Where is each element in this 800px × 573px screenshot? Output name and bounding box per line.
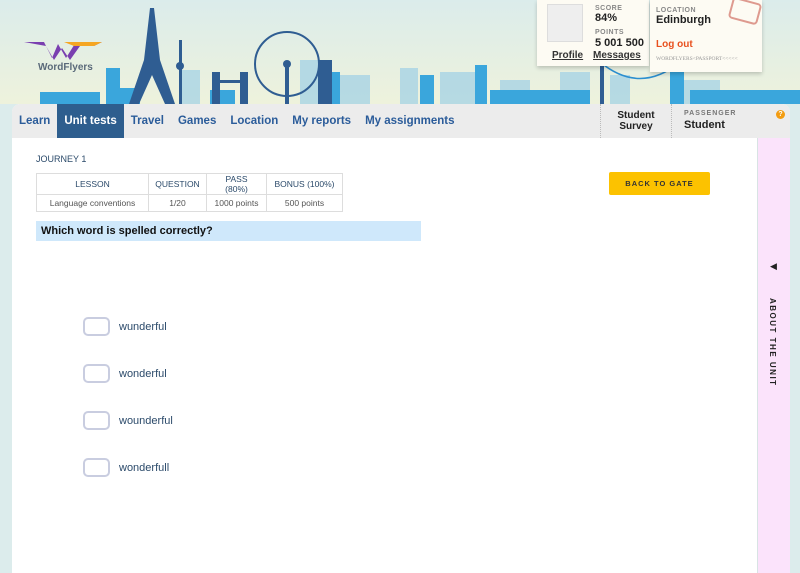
score-label: SCORE — [595, 5, 623, 12]
main-nav: Learn Unit tests Travel Games Location M… — [12, 104, 790, 138]
points-label: POINTS — [595, 29, 625, 36]
table-header: LESSON — [36, 173, 149, 195]
help-icon[interactable]: ? — [776, 110, 785, 119]
wordflyers-logo — [24, 42, 102, 60]
about-the-unit-label[interactable]: ABOUT THE UNIT — [768, 298, 777, 387]
journey-title: JOURNEY 1 — [36, 154, 87, 164]
location-label: LOCATION — [656, 7, 697, 14]
table-header: PASS (80%) — [206, 173, 267, 195]
answer-option[interactable]: wonderfull — [83, 458, 169, 477]
passenger-label: PASSENGER — [684, 110, 737, 117]
answer-option[interactable]: wunderful — [83, 317, 167, 336]
answer-label[interactable]: wunderful — [119, 321, 167, 333]
score-value: 84% — [595, 12, 618, 24]
answer-label[interactable]: wonderfull — [119, 462, 169, 474]
location-value: Edinburgh — [656, 14, 711, 26]
answer-option[interactable]: wounderful — [83, 411, 173, 430]
answer-checkbox[interactable] — [83, 458, 110, 477]
lesson-table: LESSON QUESTION PASS (80%) BONUS (100%) Lan… — [36, 173, 343, 212]
table-header: BONUS (100%) — [266, 173, 343, 195]
passenger-name: Student — [684, 119, 725, 131]
location-card: LOCATION Edinburgh Log out WORDFLYERS<PA… — [650, 0, 763, 72]
question-text: Which word is spelled correctly? — [36, 221, 421, 241]
table-header: QUESTION — [148, 173, 207, 195]
tab-learn[interactable]: Learn — [12, 104, 57, 138]
header-banner: WordFlyers SCORE 84% POINTS 5 001 500 Pr… — [0, 0, 800, 104]
answer-checkbox[interactable] — [83, 317, 110, 336]
tab-my-assignments[interactable]: My assignments — [358, 104, 461, 138]
table-cell: Language conventions — [36, 194, 149, 212]
stamp-icon — [727, 0, 763, 26]
tab-travel[interactable]: Travel — [124, 104, 171, 138]
avatar[interactable] — [547, 4, 583, 42]
messages-link[interactable]: Messages — [593, 50, 641, 61]
answer-label[interactable]: wonderful — [119, 368, 167, 380]
answer-option[interactable]: wonderful — [83, 364, 167, 383]
logo-text: WordFlyers — [38, 62, 93, 73]
expand-arrow-icon[interactable]: ◀ — [770, 261, 777, 272]
answer-label[interactable]: wounderful — [119, 415, 173, 427]
main-panel: Learn Unit tests Travel Games Location M… — [12, 104, 790, 573]
tab-my-reports[interactable]: My reports — [285, 104, 358, 138]
back-to-gate-button[interactable]: BACK TO GATE — [609, 172, 710, 195]
table-cell: 500 points — [266, 194, 343, 212]
answer-checkbox[interactable] — [83, 364, 110, 383]
passport-code: WORDFLYERS<PASSPORT<<<<< — [656, 56, 738, 62]
about-the-unit-panel[interactable]: ◀ ABOUT THE UNIT — [757, 138, 790, 573]
table-row: Language conventions 1/20 1000 points 500 p… — [36, 194, 343, 212]
table-cell: 1/20 — [148, 194, 207, 212]
points-value: 5 001 500 — [595, 37, 644, 49]
student-survey-button[interactable]: Student Survey — [600, 104, 672, 138]
profile-card: SCORE 84% POINTS 5 001 500 Profile Messa… — [537, 0, 649, 66]
table-cell: 1000 points — [206, 194, 267, 212]
tab-location[interactable]: Location — [223, 104, 285, 138]
answer-checkbox[interactable] — [83, 411, 110, 430]
tab-games[interactable]: Games — [171, 104, 223, 138]
logout-link[interactable]: Log out — [656, 39, 693, 50]
profile-link[interactable]: Profile — [552, 50, 583, 61]
tab-unit-tests[interactable]: Unit tests — [57, 104, 124, 138]
